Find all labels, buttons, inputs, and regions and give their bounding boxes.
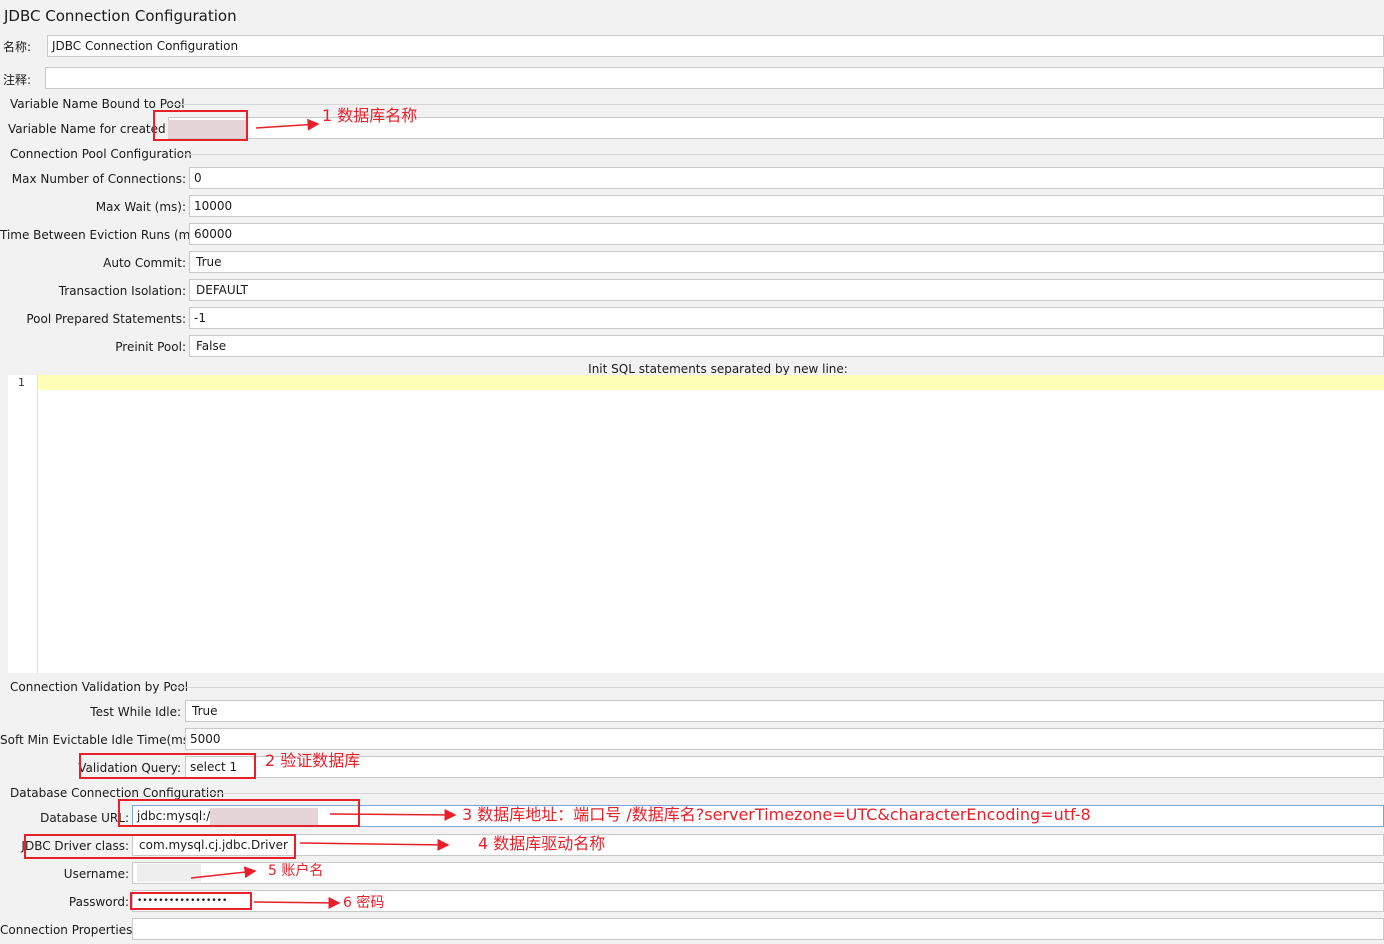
annotation-box-1 [153,110,248,141]
prepared-statements-input[interactable]: -1 [189,307,1384,329]
auto-commit-label: Auto Commit: [103,256,186,270]
transaction-isolation-label: Transaction Isolation: [58,284,186,298]
name-label: 名称: [3,40,32,54]
annotation-5: 5 账户名 [268,863,324,879]
connection-properties-input[interactable] [132,918,1384,940]
test-while-idle-label: Test While Idle: [90,705,181,719]
section-title-pool: Connection Pool Configuration [10,147,192,161]
preinit-pool-label: Preinit Pool: [115,340,186,354]
test-while-idle-select[interactable]: True [185,700,1384,722]
annotation-6: 6 密码 [343,895,385,911]
section-divider [168,104,1384,105]
auto-commit-select[interactable]: True [189,251,1384,273]
panel-title: JDBC Connection Configuration [4,7,237,25]
annotation-3: 3 数据库地址：端口号 /数据库名?serverTimezone=UTC&cha… [462,805,1091,824]
comment-label: 注释: [3,73,32,87]
section-divider [180,154,1384,155]
connection-properties-label: Connection Properties: [0,923,137,937]
password-input[interactable]: ••••••••••••••••• [132,890,1384,912]
name-input[interactable]: JDBC Connection Configuration [47,35,1384,57]
database-url-label: Database URL: [40,811,129,825]
max-connections-input[interactable]: 0 [189,167,1384,189]
line-number-gutter: 1 [8,375,38,673]
section-divider [174,687,1384,688]
soft-min-idle-input[interactable]: 5000 [185,728,1384,750]
preinit-pool-select[interactable]: False [189,335,1384,357]
eviction-runs-input[interactable]: 60000 [189,223,1384,245]
init-sql-editor[interactable]: 1 [8,375,1384,673]
section-title-validation: Connection Validation by Pool [10,680,189,694]
redacted-region [137,864,201,882]
annotation-1: 1 数据库名称 [322,106,418,125]
comment-input[interactable] [45,67,1384,89]
annotation-box-4 [24,834,296,859]
password-label: Password: [68,895,129,909]
section-divider [204,793,1384,794]
max-connections-label: Max Number of Connections: [11,172,186,186]
current-line-highlight [38,375,1384,390]
max-wait-input[interactable]: 10000 [189,195,1384,217]
annotation-box-6 [130,892,252,910]
annotation-box-2 [79,753,256,779]
eviction-runs-label: Time Between Eviction Runs (ms): [0,228,206,242]
max-wait-label: Max Wait (ms): [95,200,186,214]
annotation-4: 4 数据库驱动名称 [478,834,606,853]
jdbc-driver-input[interactable]: com.mysql.cj.jdbc.Driver [132,834,1384,856]
section-title-variable: Variable Name Bound to Pool [10,97,185,111]
prepared-statements-label: Pool Prepared Statements: [26,312,186,326]
annotation-2: 2 验证数据库 [265,751,361,770]
username-label: Username: [63,867,129,881]
soft-min-idle-label: Soft Min Evictable Idle Time(ms): [0,733,198,747]
validation-query-input[interactable]: select 1 [185,756,1384,778]
section-title-database: Database Connection Configuration [10,786,225,800]
annotation-box-3 [118,799,360,827]
line-number: 1 [18,376,25,389]
transaction-isolation-select[interactable]: DEFAULT [189,279,1384,301]
